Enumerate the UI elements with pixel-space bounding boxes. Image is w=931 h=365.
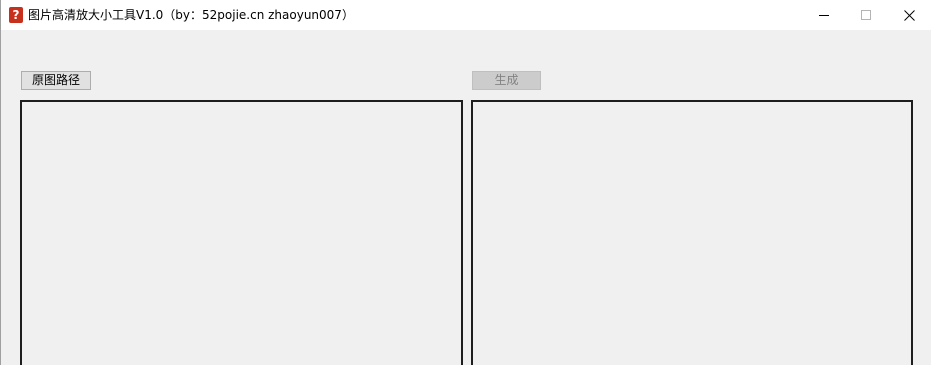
generate-button[interactable]: 生成 — [472, 71, 541, 90]
minimize-button[interactable] — [801, 0, 847, 30]
close-button[interactable] — [886, 0, 931, 30]
maximize-icon — [861, 10, 871, 20]
close-icon — [903, 9, 915, 21]
title-bar[interactable]: ? 图片高清放大小工具V1.0（by：52pojie.cn zhaoyun007… — [1, 0, 931, 30]
app-window: ? 图片高清放大小工具V1.0（by：52pojie.cn zhaoyun007… — [0, 0, 931, 365]
window-title: 图片高清放大小工具V1.0（by：52pojie.cn zhaoyun007） — [28, 8, 354, 22]
output-image-panel[interactable] — [471, 100, 913, 365]
minimize-icon — [819, 15, 829, 16]
source-image-panel[interactable] — [20, 100, 463, 365]
app-question-icon: ? — [9, 7, 23, 23]
source-path-button[interactable]: 原图路径 — [21, 71, 91, 90]
maximize-button[interactable] — [843, 0, 889, 30]
